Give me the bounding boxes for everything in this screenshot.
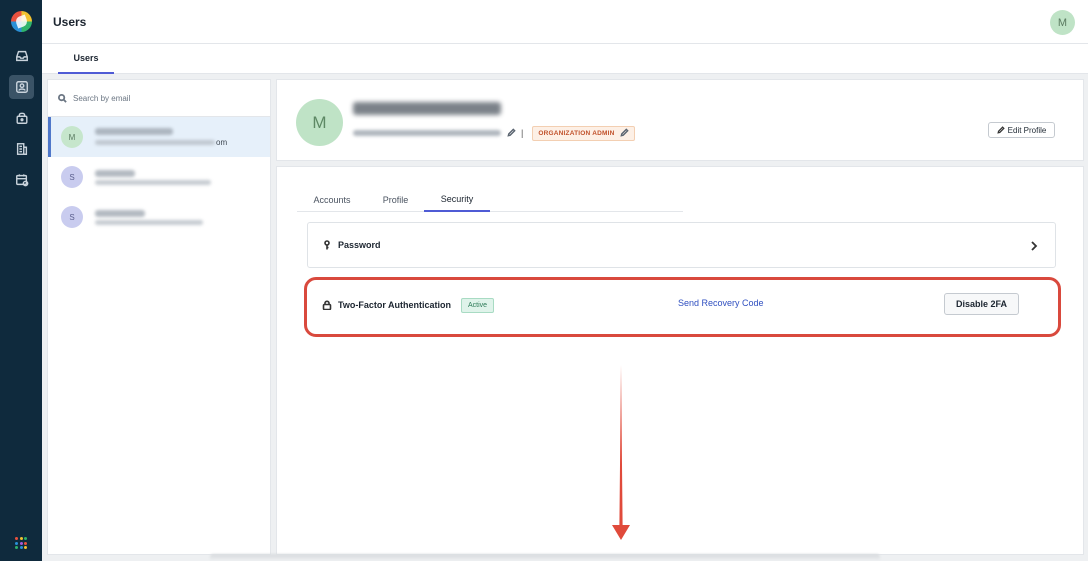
avatar: S (61, 206, 83, 228)
user-name-redacted (95, 169, 135, 177)
search-input[interactable] (73, 93, 253, 103)
search-bar (48, 80, 270, 117)
pencil-icon (996, 126, 1005, 134)
separator: | (521, 128, 524, 138)
apps-grid-icon[interactable] (15, 537, 27, 549)
inbox-icon[interactable] (9, 44, 34, 68)
user-detail-card: Accounts Profile Security Password Two-F… (276, 166, 1084, 555)
user-email-redacted (95, 139, 215, 145)
user-name-redacted (95, 127, 173, 135)
role-badge: ORGANIZATION ADMIN (532, 125, 635, 141)
building-icon[interactable] (9, 137, 34, 161)
bottom-scroll-shadow (210, 554, 880, 561)
avatar: S (61, 166, 83, 188)
edit-email-pencil-icon[interactable] (507, 124, 516, 142)
user-list-item[interactable]: S (48, 197, 270, 237)
user-email-tail: om (216, 137, 228, 147)
chevron-right-icon[interactable] (1030, 238, 1042, 252)
tab-security[interactable]: Security (424, 187, 490, 212)
user-email-redacted (95, 179, 211, 185)
profile-email-redacted (353, 130, 501, 136)
role-label: ORGANIZATION ADMIN (538, 129, 615, 137)
user-list-item[interactable]: M om (48, 117, 270, 157)
profile-avatar: M (296, 99, 343, 146)
profile-name-redacted (353, 102, 501, 115)
calendar-icon[interactable] (9, 168, 34, 192)
subnav: Users (42, 44, 1088, 74)
tab-profile[interactable]: Profile (367, 187, 424, 212)
left-rail (0, 0, 42, 561)
user-email-redacted (95, 219, 203, 225)
search-icon (58, 93, 67, 103)
password-row[interactable]: Password (307, 222, 1056, 268)
edit-profile-label: Edit Profile (1007, 125, 1047, 135)
highlight-annotation (304, 277, 1061, 337)
user-name-redacted (95, 209, 145, 217)
edit-role-pencil-icon[interactable] (619, 127, 629, 139)
current-user-avatar[interactable]: M (1050, 10, 1075, 35)
arrow-annotation (612, 365, 630, 540)
page-title: Users (53, 15, 87, 29)
edit-profile-button[interactable]: Edit Profile (988, 122, 1055, 138)
profile-email-line: | ORGANIZATION ADMIN (353, 124, 635, 142)
user-list-panel: M om S S (47, 79, 271, 555)
tab-accounts[interactable]: Accounts (297, 187, 367, 212)
tab-users[interactable]: Users (58, 44, 114, 74)
avatar: M (61, 126, 83, 148)
password-label: Password (338, 240, 381, 250)
detail-tabs: Accounts Profile Security (297, 187, 683, 212)
profile-card: M | ORGANIZATION ADMIN Edit Profile (276, 79, 1084, 161)
lock-bag-icon[interactable] (9, 106, 34, 130)
top-header: Users M (42, 0, 1088, 44)
app-logo[interactable] (11, 11, 32, 32)
key-icon (324, 240, 330, 250)
user-list-item[interactable]: S (48, 157, 270, 197)
user-card-icon[interactable] (9, 75, 34, 99)
